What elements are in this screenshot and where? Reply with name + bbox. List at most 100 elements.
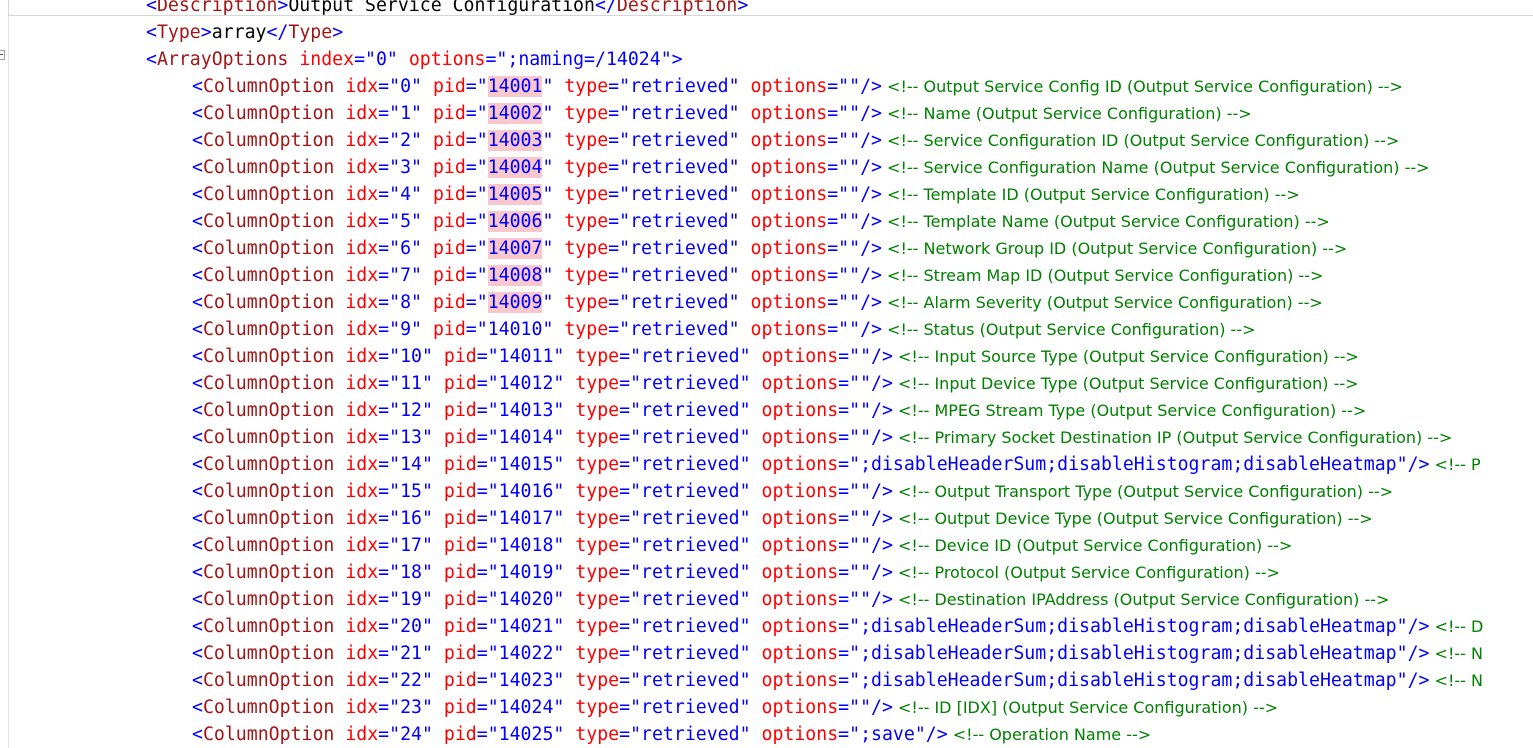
attr-type-value: retrieved (630, 157, 729, 178)
code-line[interactable]: <Type>array</Type> (146, 19, 343, 46)
code-line[interactable]: <ColumnOption idx="13" pid="14014" type=… (192, 424, 1452, 451)
code-line[interactable]: <ColumnOption idx="8" pid="14009" type="… (192, 289, 1323, 316)
xml-comment: <!-- N (1429, 644, 1483, 663)
code-line[interactable]: <ColumnOption idx="3" pid="14004" type="… (192, 154, 1430, 181)
code-line[interactable]: <ColumnOption idx="5" pid="14006" type="… (192, 208, 1330, 235)
xml-attribute-name: idx (345, 400, 379, 421)
code-line[interactable]: <ColumnOption idx="16" pid="14017" type=… (192, 505, 1373, 532)
xml-tag-name: ArrayOptions (156, 49, 289, 70)
xml-bracket: /> (860, 157, 882, 178)
attr-pid-value: 14011 (498, 346, 554, 367)
xml-quote: " (849, 238, 861, 259)
xml-equals: =" (608, 103, 631, 124)
xml-attribute-name: pid (432, 319, 466, 340)
xml-quote: " (849, 130, 861, 151)
xml-equals: =" (476, 481, 499, 502)
code-line[interactable]: <ArrayOptions index="0" options=";naming… (146, 46, 683, 73)
xml-attribute-name: options (750, 130, 828, 151)
collapse-icon[interactable] (0, 50, 5, 60)
xml-equals: =" (619, 724, 642, 745)
code-line[interactable]: <ColumnOption idx="20" pid="14021" type=… (192, 613, 1483, 640)
xml-equals: =" (476, 724, 499, 745)
xml-equals: =" (465, 103, 488, 124)
xml-attribute-name: pid (432, 130, 466, 151)
xml-attribute-name: idx (345, 427, 379, 448)
xml-equals: =" (619, 427, 642, 448)
code-line[interactable]: <ColumnOption idx="23" pid="14024" type=… (192, 694, 1278, 721)
xml-quote: " (1396, 616, 1408, 637)
xml-tag-name: Description (156, 0, 278, 16)
code-line[interactable]: <ColumnOption idx="11" pid="14012" type=… (192, 370, 1359, 397)
xml-comment: <!-- MPEG Stream Type (Output Service Co… (892, 401, 1367, 420)
xml-attribute-name: idx (345, 724, 379, 745)
xml-attribute-name: pid (443, 346, 477, 367)
xml-quote: " (739, 643, 751, 664)
xml-bracket: /> (860, 184, 882, 205)
code-line[interactable]: <ColumnOption idx="7" pid="14008" type="… (192, 262, 1323, 289)
attr-idx-value: 4 (400, 184, 412, 205)
xml-attribute-name: pid (443, 400, 477, 421)
xml-quote: " (553, 589, 565, 610)
xml-comment: <!-- Stream Map ID (Output Service Confi… (881, 266, 1324, 285)
xml-quote: " (542, 157, 554, 178)
xml-equals: =" (476, 454, 499, 475)
xml-attribute-name: type (564, 292, 609, 313)
attr-type-value: retrieved (630, 238, 729, 259)
code-line[interactable]: <ColumnOption idx="14" pid="14015" type=… (192, 451, 1481, 478)
attr-idx-value: 11 (400, 373, 422, 394)
xml-attribute-name: options (761, 400, 839, 421)
xml-comment: <!-- ID [IDX] (Output Service Configurat… (892, 698, 1279, 717)
xml-attribute-value: ;naming=/14024 (507, 49, 661, 70)
xml-attribute-name: pid (443, 670, 477, 691)
code-line[interactable]: <ColumnOption idx="24" pid="14025" type=… (192, 721, 1151, 748)
code-line[interactable]: <ColumnOption idx="4" pid="14005" type="… (192, 181, 1300, 208)
code-line[interactable]: <ColumnOption idx="0" pid="14001" type="… (192, 73, 1403, 100)
code-line[interactable]: <ColumnOption idx="18" pid="14019" type=… (192, 559, 1280, 586)
code-line[interactable]: <ColumnOption idx="12" pid="14013" type=… (192, 397, 1366, 424)
xml-attribute-name: options (761, 670, 839, 691)
xml-attribute-name: options (750, 265, 828, 286)
code-line[interactable]: <ColumnOption idx="9" pid="14010" type="… (192, 316, 1256, 343)
xml-quote: " (728, 103, 740, 124)
xml-quote: " (728, 211, 740, 232)
xml-bracket: /> (871, 697, 893, 718)
xml-quote: " (553, 481, 565, 502)
xml-equals: =" (619, 400, 642, 421)
xml-bracket: < (192, 103, 203, 124)
xml-quote: " (739, 535, 751, 556)
code-line[interactable]: <ColumnOption idx="15" pid="14016" type=… (192, 478, 1393, 505)
xml-quote: " (421, 373, 433, 394)
xml-attribute-name: type (575, 346, 620, 367)
code-line[interactable]: <ColumnOption idx="1" pid="14002" type="… (192, 100, 1252, 127)
xml-quote: " (849, 184, 861, 205)
code-line[interactable]: <ColumnOption idx="22" pid="14023" type=… (192, 667, 1483, 694)
xml-code-editor[interactable]: <Description>Output Service Configuratio… (0, 0, 1533, 748)
code-line[interactable]: <ColumnOption idx="21" pid="14022" type=… (192, 640, 1483, 667)
xml-attribute-name: type (575, 508, 620, 529)
code-line[interactable]: <ColumnOption idx="17" pid="14018" type=… (192, 532, 1292, 559)
xml-quote: " (860, 535, 872, 556)
xml-quote: " (728, 184, 740, 205)
attr-pid-value: 14001 (487, 76, 543, 97)
code-line[interactable]: <ColumnOption idx="19" pid="14020" type=… (192, 586, 1389, 613)
xml-equals: =" (838, 724, 861, 745)
code-line[interactable]: <Description>Output Service Configuratio… (146, 0, 748, 19)
xml-bracket: > (332, 22, 344, 43)
code-line[interactable]: <ColumnOption idx="6" pid="14007" type="… (192, 235, 1347, 262)
xml-comment: <!-- Network Group ID (Output Service Co… (881, 239, 1348, 258)
xml-tag-name: ColumnOption (202, 103, 335, 124)
code-line[interactable]: <ColumnOption idx="2" pid="14003" type="… (192, 127, 1399, 154)
code-line[interactable]: <ColumnOption idx="10" pid="14011" type=… (192, 343, 1359, 370)
attr-idx-value: 24 (400, 724, 422, 745)
xml-attribute-name: options (761, 373, 839, 394)
xml-quote: " (553, 508, 565, 529)
xml-equals: =" (827, 184, 850, 205)
